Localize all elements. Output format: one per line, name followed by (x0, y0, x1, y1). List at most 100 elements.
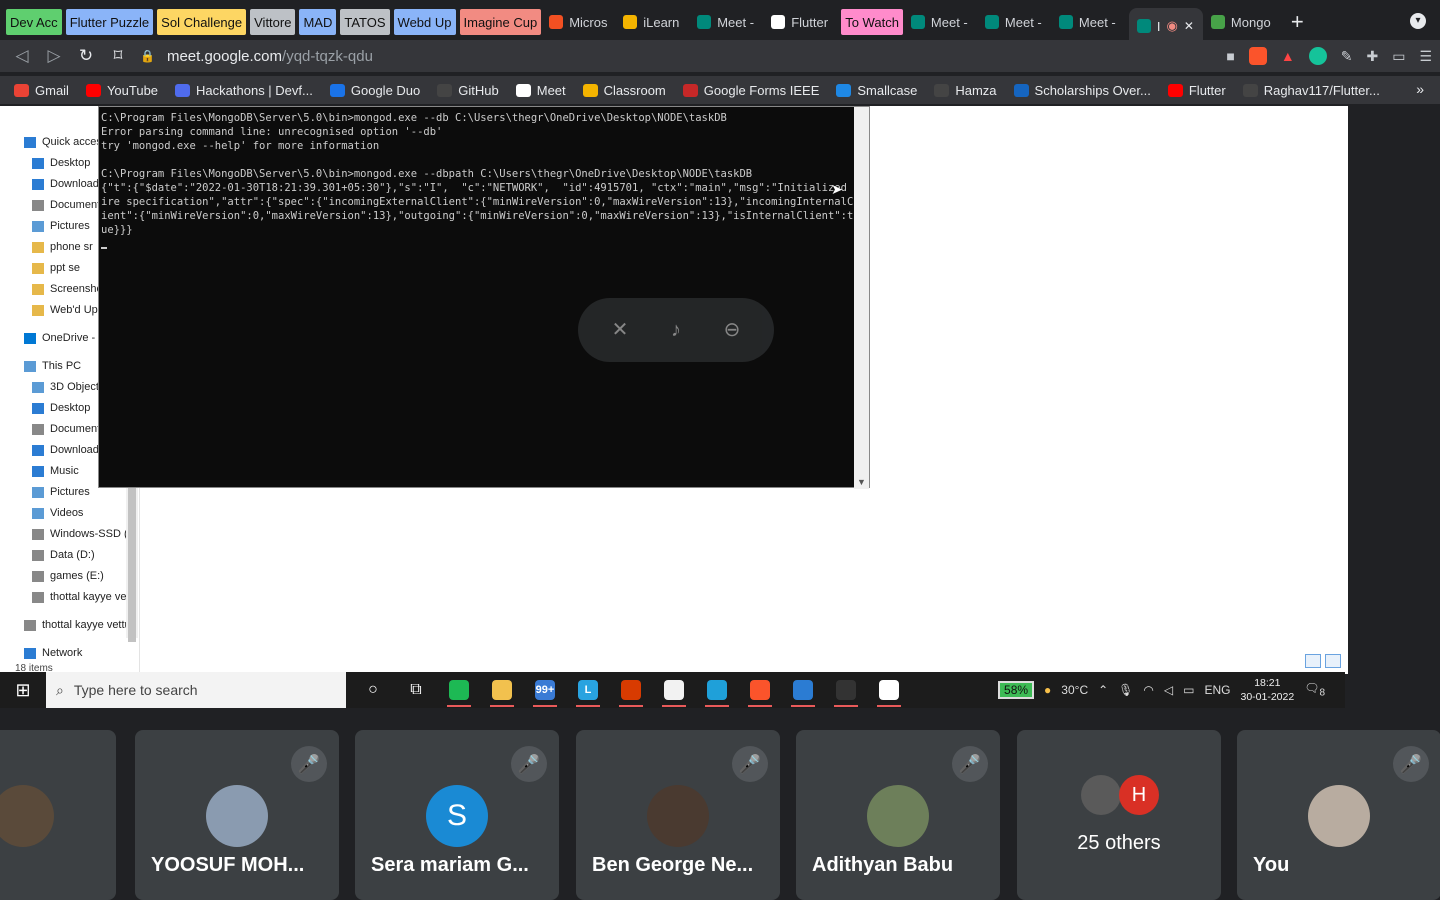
taskbar-search[interactable]: ⌕ Type here to search (46, 672, 346, 708)
language-indicator[interactable]: ENG (1204, 683, 1230, 697)
forward-icon[interactable]: ▷ (38, 46, 70, 66)
tab-11[interactable]: Flutter (767, 9, 837, 35)
explorer-item[interactable]: thottal kayye vettu (24, 615, 126, 635)
close-tab-icon[interactable]: ✕ (1184, 19, 1194, 33)
brave-rewards-icon[interactable]: ▲ (1281, 48, 1295, 64)
spotify-icon[interactable] (443, 672, 475, 708)
tab-16[interactable]: I ◉ ✕ (1128, 8, 1203, 44)
remove-icon[interactable]: ⊖ (718, 316, 746, 344)
explorer-item[interactable]: thottal kayye vet (32, 587, 126, 607)
windows-start-icon[interactable]: ⊞ (0, 680, 46, 701)
participant-tile[interactable]: 🎤 You (1237, 730, 1440, 900)
participant-tile[interactable]: 🎤 Ben George Ne... (576, 730, 780, 900)
address-bar[interactable]: 🔒 meet.google.com/yqd-tqzk-qdu (140, 40, 1190, 72)
tab-12[interactable]: To Watch (841, 9, 903, 35)
weather-temp[interactable]: 30°C (1061, 683, 1088, 697)
edge-icon[interactable] (701, 672, 733, 708)
mongodb-compass-icon[interactable] (873, 672, 905, 708)
more-bookmarks-icon[interactable]: » (1416, 81, 1424, 97)
bookmark-1[interactable]: YouTube (85, 82, 159, 98)
tab-6[interactable]: Webd Up (393, 9, 456, 35)
extensions-puzzle-icon[interactable]: ✚ (1366, 48, 1378, 65)
brave-icon[interactable] (744, 672, 776, 708)
tab-search-icon[interactable]: ▾ (1410, 13, 1426, 29)
bookmark-5[interactable]: Meet (515, 83, 566, 98)
notifications-icon[interactable]: 🗨8 (1304, 681, 1325, 698)
reload-icon[interactable]: ↻ (70, 46, 102, 66)
bookmark-label: YouTube (106, 82, 159, 98)
participant-tile[interactable]: H 25 others (1017, 730, 1221, 900)
chevron-up-icon[interactable]: ⌃ (1098, 683, 1108, 697)
bookmark-0[interactable]: Gmail (14, 83, 69, 98)
bookmark-7[interactable]: Google Forms IEEE (682, 83, 819, 98)
mail-icon[interactable]: 99+ (529, 672, 561, 708)
bookmark-12[interactable]: Raghav117/Flutter... (1242, 83, 1380, 98)
participant-tile[interactable] (0, 730, 116, 900)
brave-shield-icon[interactable] (1248, 47, 1267, 65)
bookmark-6[interactable]: Classroom (582, 83, 666, 98)
tab-14[interactable]: Meet - (981, 9, 1051, 35)
new-tab-icon[interactable]: + (1291, 9, 1304, 35)
volume-icon[interactable]: ◁ (1164, 683, 1173, 697)
terminal-scrollbar[interactable]: ▼ (854, 107, 869, 489)
bookmark-11[interactable]: Flutter (1167, 83, 1226, 98)
cortana-icon[interactable]: ○ (357, 672, 389, 708)
l-app-icon[interactable]: L (572, 672, 604, 708)
wifi-icon[interactable]: ◠ (1143, 683, 1153, 697)
details-view-icon[interactable] (1305, 654, 1321, 668)
bookmark-2[interactable]: Hackathons | Devf... (175, 83, 313, 98)
mic-icon[interactable]: 🎙 (1118, 683, 1133, 697)
scroll-down-arrow-icon[interactable]: ▼ (857, 477, 866, 487)
camera-icon[interactable]: ■ (1226, 48, 1234, 64)
tab-7[interactable]: Imagine Cup (459, 9, 542, 35)
grammarly-icon[interactable] (1308, 47, 1327, 65)
explorer-item[interactable]: Network (24, 643, 126, 663)
command-prompt-window[interactable]: C:\Program Files\MongoDB\Server\5.0\bin>… (98, 106, 870, 489)
bookmark-9[interactable]: Hamza (934, 83, 997, 98)
bookmark-4[interactable]: GitHub (437, 83, 499, 98)
mute-presentation-icon[interactable]: ♪ (662, 316, 690, 344)
pen-extension-icon[interactable]: ✎ (1341, 48, 1353, 65)
store-icon[interactable] (658, 672, 690, 708)
office-icon[interactable] (615, 672, 647, 708)
bookmark-8[interactable]: Smallcase (836, 83, 917, 98)
tab-17[interactable]: Mongo (1207, 9, 1277, 35)
back-icon[interactable]: ◁ (6, 46, 38, 66)
tab-8[interactable]: Micros (545, 9, 615, 35)
menu-icon[interactable]: ☰ (1419, 48, 1432, 65)
large-icons-view-icon[interactable] (1325, 654, 1341, 668)
explorer-item[interactable]: Videos (32, 503, 126, 523)
tab-5[interactable]: TATOS (340, 9, 390, 35)
tab-3[interactable]: Vittore (250, 9, 296, 35)
wallet-icon[interactable]: ▭ (1392, 48, 1405, 65)
tab-4[interactable]: MAD (299, 9, 337, 35)
terminal-line: {"t":{"$date":"2022-01-30T18:21:39.301+0… (101, 182, 853, 194)
cmd-icon[interactable] (830, 672, 862, 708)
clock[interactable]: 18:21 30-01-2022 (1240, 676, 1294, 704)
tab-0[interactable]: Dev Acc (6, 9, 62, 35)
bookmark-favicon-icon (437, 83, 453, 97)
file-explorer-icon[interactable] (486, 672, 518, 708)
task-view-icon[interactable]: ⧉ (400, 672, 432, 708)
tab-1[interactable]: Flutter Puzzle (65, 9, 154, 35)
participant-tile[interactable]: 🎤 Adithyan Babu (796, 730, 1000, 900)
tab-10[interactable]: Meet - (693, 9, 763, 35)
unpin-icon[interactable]: ✕ (606, 316, 634, 344)
bookmark-10[interactable]: Scholarships Over... (1013, 83, 1151, 98)
window-app-icon[interactable] (787, 672, 819, 708)
battery-percentage[interactable]: 58% (998, 681, 1035, 699)
bookmark-3[interactable]: Google Duo (329, 83, 420, 98)
participant-tile[interactable]: 🎤 S Sera mariam G... (355, 730, 559, 900)
weather-icon[interactable]: ● (1044, 683, 1051, 697)
battery-icon[interactable]: ▭ (1183, 683, 1194, 697)
tab-9[interactable]: iLearn (619, 9, 689, 35)
bookmark-icon[interactable]: ⌑ (102, 46, 134, 66)
participant-tile[interactable]: 🎤 YOOSUF MOH... (135, 730, 339, 900)
explorer-item[interactable]: Data (D:) (32, 545, 126, 565)
tab-2[interactable]: Sol Challenge (157, 9, 247, 35)
tab-13[interactable]: Meet - (907, 9, 977, 35)
explorer-item[interactable]: games (E:) (32, 566, 126, 586)
bookmark-label: Smallcase (857, 82, 918, 98)
explorer-item[interactable]: Windows-SSD (C (32, 524, 126, 544)
tab-15[interactable]: Meet - (1055, 9, 1125, 35)
